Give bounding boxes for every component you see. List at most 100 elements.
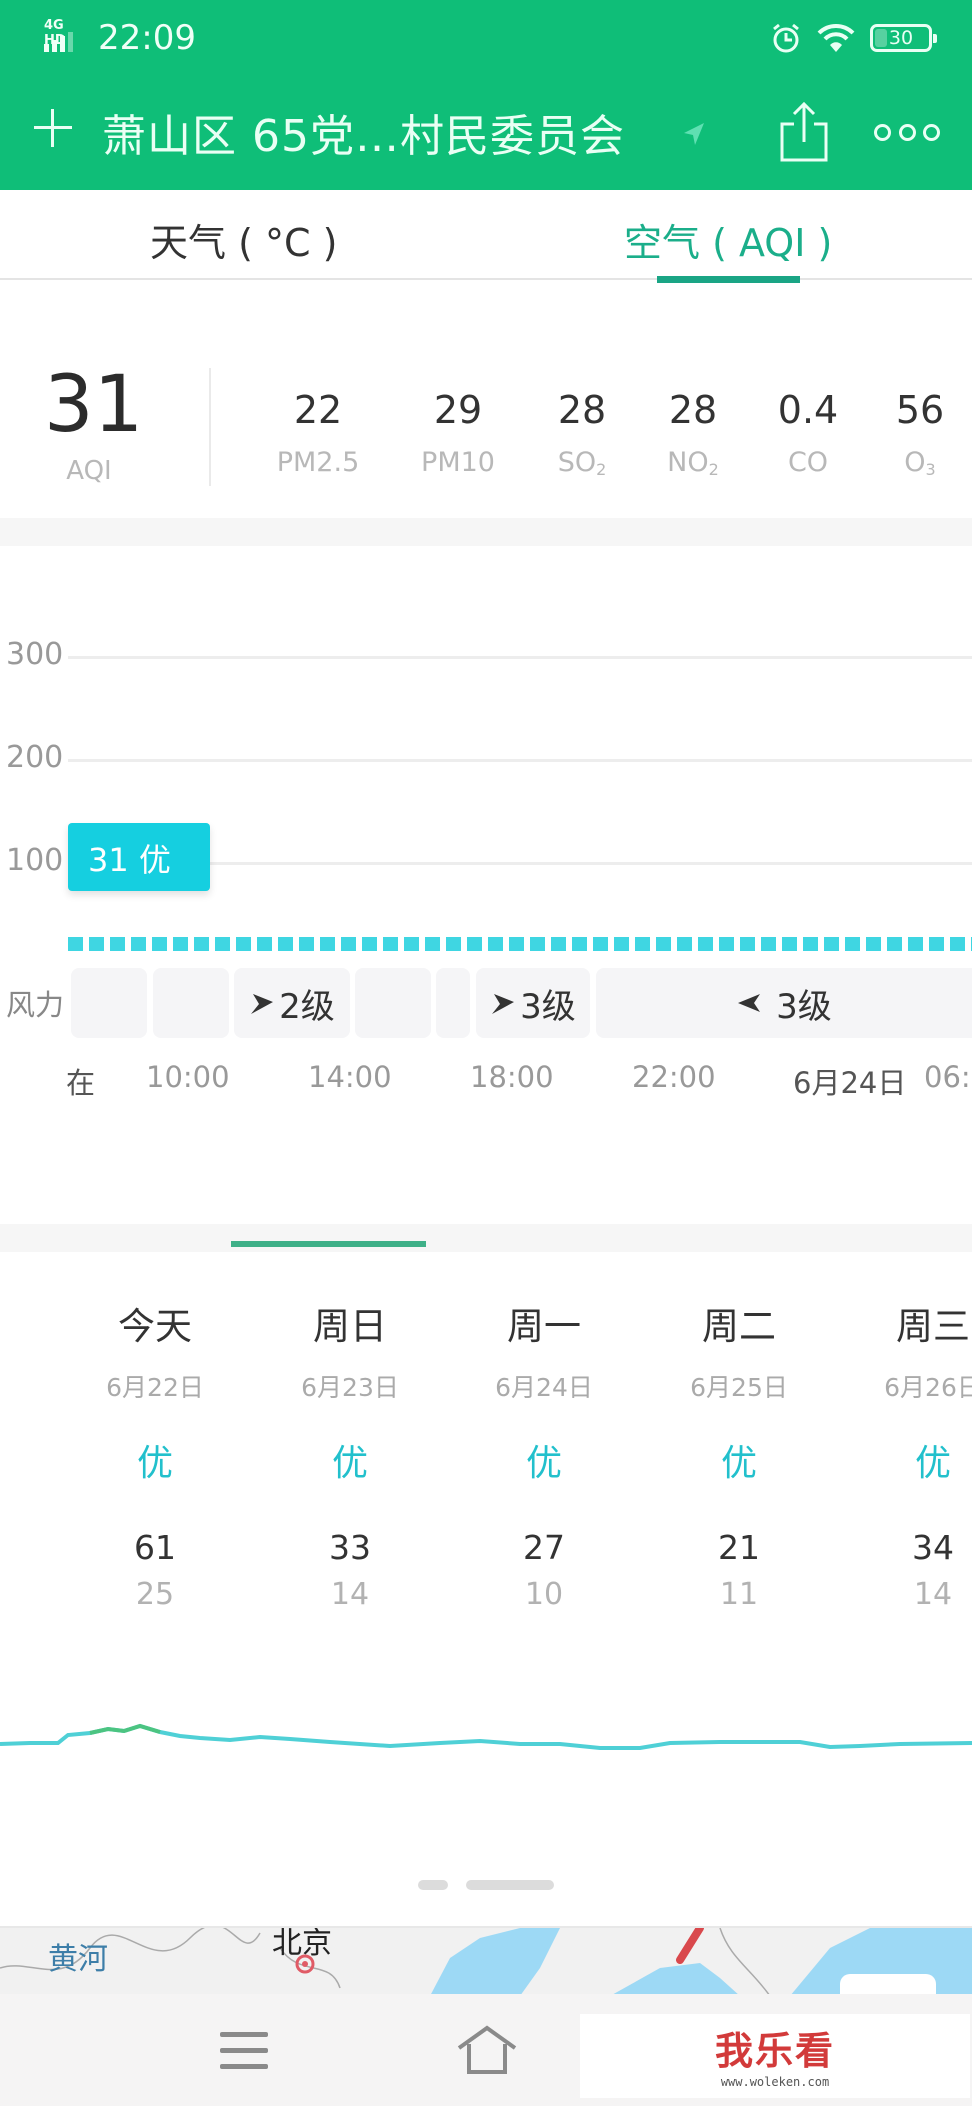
day-column[interactable]: 周二 6月25日 优 21 11 [669,1296,809,1612]
status-icons: 30 [770,18,937,58]
pollutant-value: 22 [293,388,343,432]
add-location-button[interactable] [30,105,76,151]
watermark-brand: 我乐看 [714,2029,835,2073]
aqi-value: 31 [44,360,144,450]
system-nav-bar: 我乐看 www.woleken.com [0,1994,972,2106]
aqi-label: AQI [66,456,112,486]
day-column[interactable]: 周日 6月23日 优 33 14 [280,1296,420,1612]
day-name: 周三 [896,1305,970,1348]
watermark-logo: 我乐看 www.woleken.com [580,2014,970,2098]
aqi-low: 14 [913,1577,953,1612]
y-tick: 300 [6,637,64,672]
location-title[interactable]: 萧山区 65党…村民委员会 [102,100,625,164]
wind-cell: 3级 [596,968,972,1038]
aqi-low: 14 [330,1577,370,1612]
day-date: 6月23日 [301,1373,399,1402]
wind-direction-icon [251,994,274,1014]
wind-direction-icon [738,994,761,1012]
day-date: 6月26日 [884,1373,972,1402]
menu-icon[interactable] [220,2032,268,2070]
day-column-partial[interactable]: 日 [0,1296,10,1404]
day-date: 6月22日 [106,1373,204,1402]
aqi-low: 11 [719,1577,759,1612]
y-tick: 200 [6,740,64,775]
pollutant-value: 56 [895,388,945,432]
aqi-high: 61 [134,1528,176,1567]
tab-weather[interactable]: 天气 ( °C ) [150,212,337,267]
wind-level: 3级 [776,986,832,1027]
battery-indicator: 30 [870,24,937,52]
day-column[interactable]: 周三 6月26日 优 34 14 [863,1296,972,1612]
network-signal-icon: 4G HD [44,18,84,54]
pollutant-value: 29 [433,388,483,432]
aqi-high: 34 [912,1528,954,1567]
pollutant-label: O3 [904,447,936,479]
location-arrow-icon [684,123,704,145]
aqi-high: 21 [718,1528,760,1567]
time-label: 在 [66,1066,96,1100]
time-label: 10:00 [146,1060,230,1094]
time-label: 22:00 [632,1060,716,1094]
page-indicator-dot[interactable] [418,1880,448,1890]
day-name: 周一 [507,1305,581,1348]
pollutant-value: 28 [557,388,607,432]
aqi-low: 25 [135,1577,175,1612]
wind-cell: 3级 [476,968,590,1038]
app-screen: 4G HD 22:09 30 萧山区 65党…村民委员会 [0,0,972,2106]
day-date: 6月24日 [495,1373,593,1402]
aqi-grade: 优 [136,1443,173,1484]
aqi-grade: 优 [720,1443,757,1484]
wind-cell [71,968,147,1038]
wifi-icon [817,23,855,52]
aqi-hourly-bars [68,937,972,951]
map-graphic [0,1928,972,1994]
day-column[interactable]: 周一 6月24日 优 27 10 [474,1296,614,1612]
day-column[interactable]: 今天 6月22日 优 61 25 [85,1296,225,1612]
pollutant-so2: 28 SO2 [527,385,637,479]
pollutant-pm25: 22 PM2.5 [263,385,373,478]
aqi-current: 31 AQI [44,360,144,486]
tab-bar: 天气 ( °C ) 空气 ( AQI ) [0,190,972,280]
pollutant-o3: 56 O3 [865,385,972,479]
aqi-trend-line [0,1723,972,1750]
aqi-map-preview[interactable]: 黄河 北京 [0,1926,972,1994]
day-name: 周日 [313,1305,387,1348]
pollutant-co: 0.4 CO [753,385,863,478]
pollutant-label: PM10 [421,447,495,478]
y-tick: 100 [6,843,64,878]
home-icon[interactable] [455,2024,519,2076]
more-icon[interactable] [874,120,940,144]
day-date: 6月25日 [690,1373,788,1402]
day-name: 周二 [702,1305,776,1348]
app-header: 4G HD 22:09 30 萧山区 65党…村民委员会 [0,0,972,190]
grid-line [68,759,972,762]
wind-label: 风力 [6,988,65,1022]
battery-level: 30 [888,27,914,49]
pollutant-value: 28 [668,388,718,432]
aqi-tooltip: 31 优 [68,823,210,891]
map-label: 北京 [272,1926,332,1961]
wind-cell [436,968,470,1038]
pollutant-label: NO2 [667,447,719,479]
time-label: 14:00 [308,1060,392,1094]
aqi-high: 27 [523,1528,565,1567]
page-indicator-active[interactable] [466,1880,554,1890]
wind-level: 3级 [520,986,576,1027]
aqi-grade: 优 [331,1443,368,1484]
divider [209,368,211,486]
day-name: 今天 [118,1305,192,1348]
active-tab-indicator [657,276,800,283]
share-icon[interactable] [778,100,830,164]
wind-cell [153,968,229,1038]
time-label: 18:00 [470,1060,554,1094]
alarm-icon [773,23,799,53]
map-label: 黄河 [48,1942,108,1977]
time-label: 6月24日 [793,1066,907,1100]
pollutant-label: CO [787,447,829,478]
watermark-url: www.woleken.com [720,2075,830,2089]
status-time: 22:09 [98,18,196,58]
aqi-grade: 优 [525,1443,562,1484]
wind-cell [355,968,431,1038]
pollutant-pm10: 29 PM10 [403,385,513,478]
tab-air[interactable]: 空气 ( AQI ) [624,212,832,267]
